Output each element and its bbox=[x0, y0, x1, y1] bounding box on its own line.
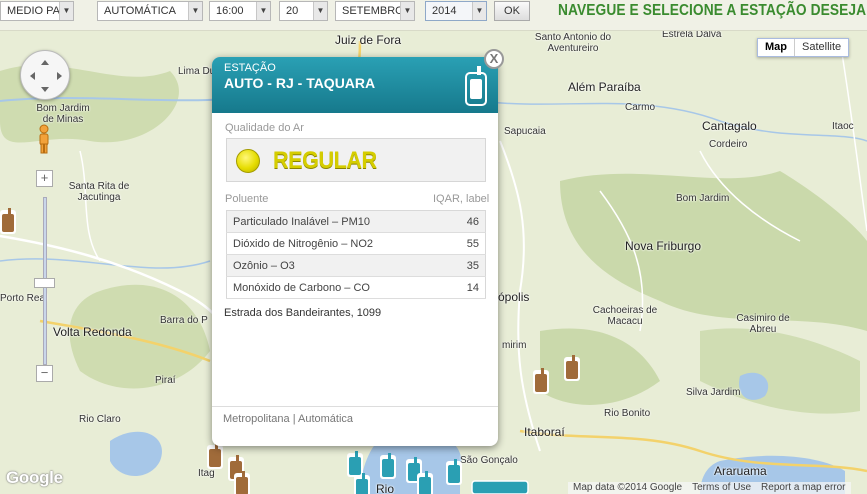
city-label: Sapucaia bbox=[504, 126, 546, 137]
station-marker-icon[interactable] bbox=[470, 479, 530, 494]
city-label: ópolis bbox=[498, 290, 530, 304]
pollutant-column-header: Poluente bbox=[225, 193, 269, 205]
city-label: Cantagalo bbox=[702, 119, 757, 133]
filter-bar: MEDIO PARAI ▼ AUTOMÁTICA ▼ 16:00 ▼ 20 ▼ … bbox=[0, 0, 867, 31]
pan-control[interactable] bbox=[20, 50, 70, 100]
map-type-map-button[interactable]: Map bbox=[758, 39, 795, 56]
station-info-popup: ESTAÇÃO AUTO - RJ - TAQUARA Qualidade do… bbox=[212, 57, 498, 446]
pan-arrows-icon bbox=[30, 60, 62, 92]
city-label: Santo Antonio do Aventureiro bbox=[534, 32, 612, 54]
city-label: Araruama bbox=[714, 464, 767, 478]
zoom-in-button[interactable]: + bbox=[36, 170, 53, 187]
zoom-slider-handle[interactable] bbox=[34, 278, 55, 288]
year-select-value: 2014 bbox=[432, 5, 457, 17]
map-attribution: Map data ©2014 Google Terms of Use Repor… bbox=[568, 482, 851, 494]
terms-of-use-link[interactable]: Terms of Use bbox=[687, 482, 756, 494]
month-select-value: SETEMBRO bbox=[342, 5, 404, 17]
map-data-text: Map data ©2014 Google bbox=[573, 482, 683, 493]
station-monitor-icon bbox=[465, 66, 487, 106]
station-marker-icon[interactable] bbox=[0, 206, 20, 238]
popup-header: ESTAÇÃO AUTO - RJ - TAQUARA bbox=[212, 57, 498, 113]
city-label: Porto Real bbox=[0, 293, 48, 304]
station-type-select-value: AUTOMÁTICA bbox=[104, 5, 176, 17]
city-label: Barra do P bbox=[160, 315, 208, 326]
pollutant-name: Particulado Inalável – PM10 bbox=[226, 210, 450, 233]
city-label: mirim bbox=[502, 340, 527, 351]
table-row: Particulado Inalável – PM10 46 bbox=[226, 210, 486, 233]
year-select[interactable]: 2014 ▼ bbox=[425, 1, 487, 21]
pollutant-value: 46 bbox=[449, 210, 486, 233]
city-label: Bom Jardim de Minas bbox=[36, 103, 90, 125]
page-headline: NAVEGUE E SELECIONE A ESTAÇÃO DESEJADA bbox=[558, 2, 867, 19]
chevron-down-icon: ▼ bbox=[400, 2, 414, 20]
region-select[interactable]: MEDIO PARAI ▼ bbox=[0, 1, 74, 21]
report-map-error-link[interactable]: Report a map error bbox=[756, 482, 850, 494]
city-label: São Gonçalo bbox=[460, 455, 518, 466]
air-quality-box: REGULAR bbox=[226, 138, 486, 182]
city-label: Casimiro de Abreu bbox=[736, 313, 790, 335]
chevron-down-icon: ▼ bbox=[472, 2, 486, 20]
air-quality-label: Qualidade do Ar bbox=[225, 122, 304, 134]
city-label: Cachoeiras de Macacu bbox=[592, 305, 658, 327]
station-marker-icon[interactable] bbox=[232, 469, 254, 494]
iqar-column-header: IQAR, label bbox=[433, 193, 490, 205]
pollutant-name: Ozônio – O3 bbox=[226, 254, 450, 277]
pegman-icon[interactable] bbox=[35, 124, 53, 154]
city-label: Bom Jardim bbox=[676, 193, 730, 204]
map-type-satellite-button[interactable]: Satellite bbox=[795, 39, 848, 56]
table-row: Monóxido de Carbono – CO 14 bbox=[226, 276, 486, 299]
city-label: Nova Friburgo bbox=[625, 239, 702, 253]
chevron-down-icon: ▼ bbox=[313, 2, 327, 20]
station-address: Estrada dos Bandeirantes, 1099 bbox=[224, 307, 382, 319]
city-label: Rio Bonito bbox=[604, 408, 651, 419]
popup-footer: Metropolitana | Automática bbox=[212, 406, 498, 431]
city-label: Rio Claro bbox=[79, 414, 121, 425]
station-marker-icon[interactable] bbox=[415, 469, 437, 494]
air-quality-value: REGULAR bbox=[273, 147, 377, 174]
google-logo: Google bbox=[6, 468, 63, 487]
station-type-select[interactable]: AUTOMÁTICA ▼ bbox=[97, 1, 203, 21]
station-marker-icon[interactable] bbox=[562, 353, 584, 385]
map-type-control: Map Satellite bbox=[757, 38, 850, 57]
close-popup-button[interactable]: X bbox=[484, 49, 504, 69]
chevron-down-icon: ▼ bbox=[256, 2, 270, 20]
station-title: AUTO - RJ - TAQUARA bbox=[224, 75, 376, 91]
station-marker-icon[interactable] bbox=[352, 471, 374, 494]
zoom-out-button[interactable]: − bbox=[36, 365, 53, 382]
station-marker-icon[interactable] bbox=[378, 451, 400, 483]
city-label: Lima Du bbox=[178, 66, 216, 77]
station-marker-icon[interactable] bbox=[444, 457, 466, 489]
pollutant-value: 35 bbox=[449, 254, 486, 277]
hour-select[interactable]: 16:00 ▼ bbox=[209, 1, 271, 21]
quality-indicator-icon bbox=[236, 149, 260, 173]
city-label: Silva Jardim bbox=[686, 387, 741, 398]
station-marker-icon[interactable] bbox=[531, 366, 553, 398]
pollutant-value: 55 bbox=[449, 232, 486, 255]
city-label: Rio bbox=[376, 482, 395, 494]
chevron-down-icon: ▼ bbox=[188, 2, 202, 20]
city-label: Itaoc bbox=[832, 121, 854, 132]
city-label: Carmo bbox=[625, 102, 656, 113]
city-label: Itaboraí bbox=[524, 425, 565, 439]
city-label: Além Paraíba bbox=[568, 80, 641, 94]
chevron-down-icon: ▼ bbox=[59, 2, 73, 20]
city-label: Estrela Dalva bbox=[662, 31, 722, 40]
city-label: Piraí bbox=[155, 375, 176, 386]
pollutant-value: 14 bbox=[449, 276, 486, 299]
day-select-value: 20 bbox=[286, 5, 299, 17]
city-label: Juiz de Fora bbox=[335, 33, 402, 47]
month-select[interactable]: SETEMBRO ▼ bbox=[335, 1, 415, 21]
city-label: Volta Redonda bbox=[53, 325, 132, 339]
table-row: Ozônio – O3 35 bbox=[226, 254, 486, 277]
popup-kicker: ESTAÇÃO bbox=[224, 62, 276, 74]
day-select[interactable]: 20 ▼ bbox=[279, 1, 328, 21]
ok-button[interactable]: OK bbox=[494, 1, 530, 21]
pollutant-name: Monóxido de Carbono – CO bbox=[226, 276, 450, 299]
pollutant-name: Dióxido de Nitrogênio – NO2 bbox=[226, 232, 450, 255]
city-label: Santa Rita de Jacutinga bbox=[68, 181, 130, 203]
table-row: Dióxido de Nitrogênio – NO2 55 bbox=[226, 232, 486, 255]
hour-select-value: 16:00 bbox=[216, 5, 244, 17]
city-label: Cordeiro bbox=[709, 139, 748, 150]
pollutant-table: Particulado Inalável – PM10 46 Dióxido d… bbox=[226, 210, 486, 299]
